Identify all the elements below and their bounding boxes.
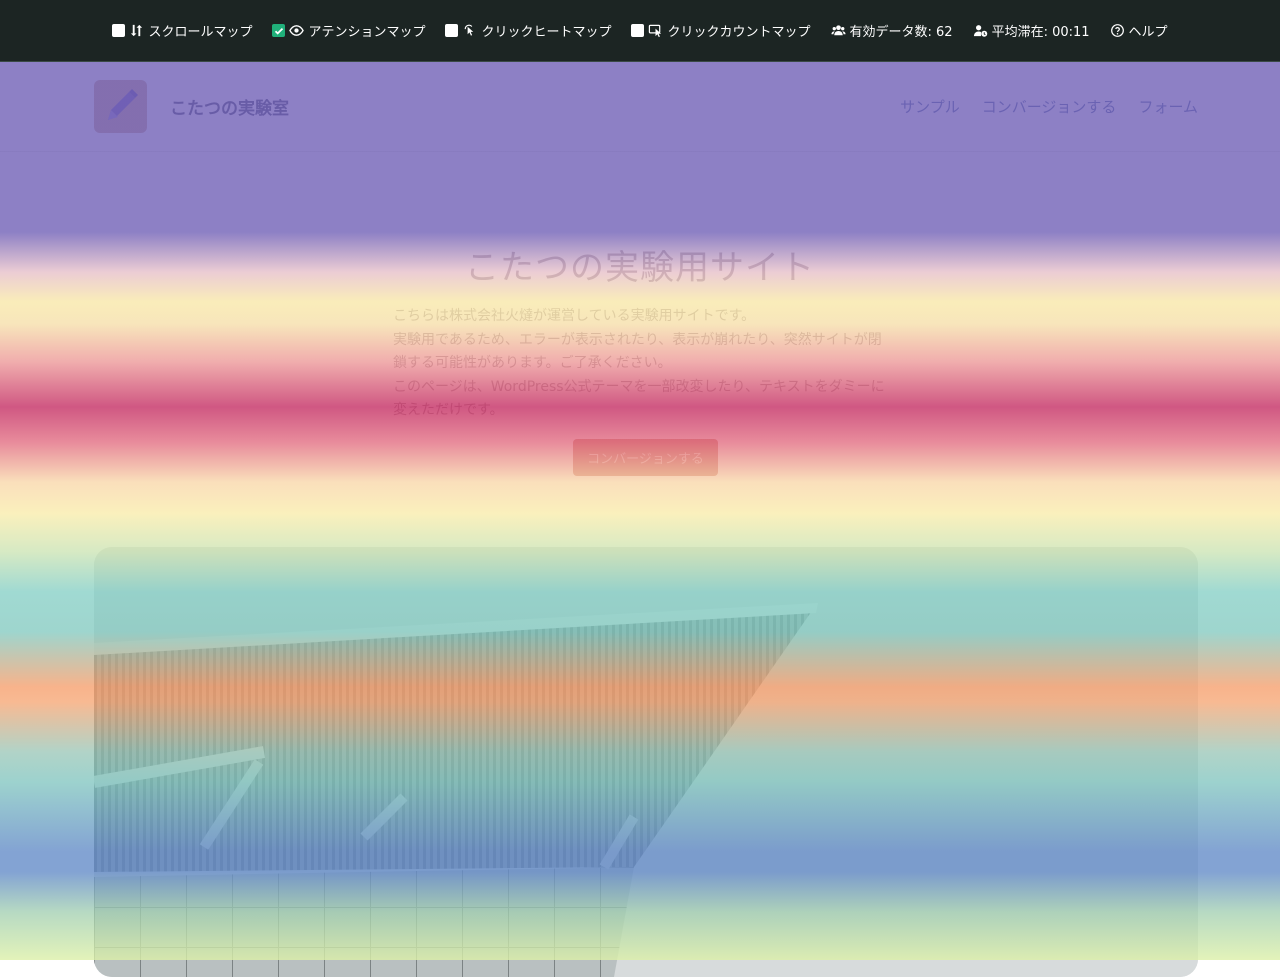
click-heatmap-checkbox[interactable] [445, 24, 459, 37]
toggle-click-count-map[interactable]: クリックカウントマップ [631, 21, 811, 40]
question-circle-icon [1110, 23, 1125, 38]
toggle-scroll-map[interactable]: スクロールマップ [112, 21, 252, 40]
data-count-info: 有効データ数: 62 [830, 21, 953, 40]
scroll-map-checkbox[interactable] [112, 24, 126, 37]
nav-item-form[interactable]: フォーム [1138, 96, 1198, 117]
click-count-icon [648, 23, 663, 38]
hero-title: こたつの実験用サイト [465, 248, 815, 288]
hero-description: こちらは株式会社火燵が運営している実験用サイトです。 実験用であるため、エラーが… [393, 305, 893, 423]
heatmap-toolbar: スクロールマップ アテンションマップ クリックヒートマップ クリックカウントマッ… [0, 0, 1280, 62]
hero-paragraph: このページは、WordPress公式テーマを一部改変したり、テキストをダミーに変… [393, 378, 885, 419]
main-nav: サンプル コンバージョンする フォーム [900, 96, 1198, 117]
site-header: こたつの実験室 サンプル コンバージョンする フォーム [0, 62, 1280, 152]
avg-stay-info: 平均滞在: 00:11 [973, 21, 1090, 40]
attention-map-label: アテンションマップ [308, 25, 426, 40]
site-logo[interactable] [94, 80, 147, 133]
nav-item-sample[interactable]: サンプル [900, 96, 960, 117]
hero-paragraph: 実験用であるため、エラーが表示されたり、表示が崩れたり、突然サイトが閉鎖する可能… [393, 331, 882, 372]
toggle-attention-map[interactable]: アテンションマップ [272, 21, 425, 40]
users-icon [830, 23, 846, 38]
scroll-map-label: スクロールマップ [148, 25, 253, 40]
click-count-label: クリックカウントマップ [667, 25, 811, 40]
website-page: こたつの実験室 サンプル コンバージョンする フォーム こたつの実験用サイト こ… [0, 62, 1280, 977]
user-clock-icon [973, 23, 988, 38]
conversion-button[interactable]: コンバージョンする [573, 439, 718, 476]
help-label: ヘルプ [1128, 25, 1168, 40]
toggle-click-heatmap[interactable]: クリックヒートマップ [445, 21, 611, 40]
pencil-icon [108, 89, 138, 120]
nav-item-conversion[interactable]: コンバージョンする [982, 96, 1117, 117]
hero-paragraph: こちらは株式会社火燵が運営している実験用サイトです。 [393, 308, 756, 324]
attention-map-checkbox[interactable] [272, 24, 286, 37]
hero-building-image [94, 547, 1198, 977]
scroll-map-icon [129, 23, 144, 38]
help-link[interactable]: ヘルプ [1110, 21, 1168, 40]
click-heatmap-label: クリックヒートマップ [481, 25, 612, 40]
avg-stay-label: 平均滞在: 00:11 [991, 25, 1090, 40]
click-heat-icon [462, 23, 477, 38]
click-count-checkbox[interactable] [631, 24, 645, 37]
site-title[interactable]: こたつの実験室 [170, 94, 289, 119]
data-count-label: 有効データ数: 62 [849, 25, 953, 40]
eye-icon [289, 23, 305, 38]
